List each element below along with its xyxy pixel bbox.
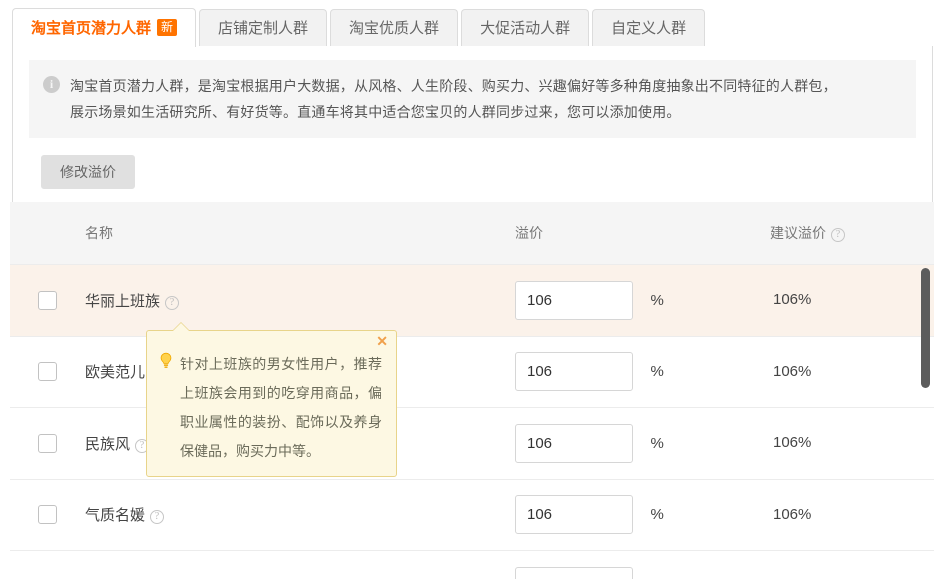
row-name-cell: 气质名媛? [85, 504, 515, 525]
table-header-row: 名称 溢价 建议溢价? [10, 202, 934, 265]
row-name-cell: 华丽上班族? [85, 290, 515, 311]
tab-label: 淘宝首页潜力人群 [31, 20, 152, 37]
row-checkbox[interactable] [38, 362, 57, 382]
content-panel: i 淘宝首页潜力人群，是淘宝根据用户大数据，从风格、人生阶段、购买力、兴趣偏好等… [12, 46, 933, 210]
header-suggested-premium: 建议溢价? [770, 223, 934, 243]
info-banner: i 淘宝首页潜力人群，是淘宝根据用户大数据，从风格、人生阶段、购买力、兴趣偏好等… [29, 60, 916, 138]
info-line-2: 展示场景如生活研究所、有好货等。直通车将其中适合您宝贝的人群同步过来，您可以添加… [70, 104, 681, 120]
row-checkbox-cell [10, 433, 85, 453]
row-premium-cell [515, 566, 770, 579]
help-icon[interactable]: ? [150, 510, 165, 525]
suggested-premium-value: 106% [773, 362, 812, 380]
row-checkbox[interactable] [38, 290, 57, 310]
tab-label: 淘宝优质人群 [349, 20, 440, 37]
tab-bar: 淘宝首页潜力人群新 店铺定制人群 淘宝优质人群 大促活动人群 自定义人群 [0, 0, 947, 48]
row-premium-cell: % [515, 352, 770, 392]
crowd-description-tooltip: ✕ 针对上班族的男女性用户，推荐上班族会用到的吃穿用商品，偏职业属性的装扮、配饰… [146, 322, 397, 477]
row-checkbox[interactable] [38, 505, 57, 525]
suggested-premium-value: 106% [773, 291, 812, 309]
row-suggested-cell: 106% [770, 363, 934, 381]
tab-promotion-crowd[interactable]: 大促活动人群 [461, 9, 590, 47]
table-row[interactable] [10, 551, 934, 579]
close-icon[interactable]: ✕ [376, 334, 388, 348]
tooltip-text: 针对上班族的男女性用户，推荐上班族会用到的吃穿用商品，偏职业属性的装扮、配饰以及… [180, 356, 382, 459]
crowd-name: 华丽上班族 [85, 292, 161, 310]
row-suggested-cell: 106% [770, 291, 934, 309]
premium-input[interactable] [515, 423, 633, 463]
info-icon: i [43, 76, 60, 93]
row-suggested-cell: 106% [770, 506, 934, 524]
suggested-premium-value: 106% [773, 434, 812, 452]
edit-premium-button[interactable]: 修改溢价 [41, 155, 135, 189]
table-row[interactable]: 气质名媛? % 106% [10, 479, 934, 551]
percent-symbol: % [650, 291, 664, 309]
row-premium-cell: % [515, 280, 770, 320]
premium-input[interactable] [515, 495, 633, 535]
row-checkbox[interactable] [38, 433, 57, 453]
info-line-1: 淘宝首页潜力人群，是淘宝根据用户大数据，从风格、人生阶段、购买力、兴趣偏好等多种… [70, 78, 837, 94]
tab-taobao-homepage-potential[interactable]: 淘宝首页潜力人群新 [12, 8, 197, 48]
tooltip-arrow-inner [173, 323, 189, 331]
crowd-name: 民族风 [85, 435, 131, 453]
header-suggested-label: 建议溢价 [770, 225, 826, 241]
row-premium-cell: % [515, 495, 770, 535]
suggested-premium-value: 106% [773, 505, 812, 523]
toolbar: 修改溢价 [13, 138, 932, 209]
tab-shop-custom-crowd[interactable]: 店铺定制人群 [199, 9, 328, 47]
lightbulb-icon [159, 352, 173, 375]
info-banner-text: 淘宝首页潜力人群，是淘宝根据用户大数据，从风格、人生阶段、购买力、兴趣偏好等多种… [70, 73, 837, 125]
premium-input[interactable] [515, 352, 633, 392]
premium-input[interactable] [515, 280, 633, 320]
crowd-name: 欧美范儿 [85, 364, 146, 382]
tab-label: 店铺定制人群 [218, 20, 309, 37]
row-checkbox-cell [10, 362, 85, 382]
header-name: 名称 [85, 225, 113, 241]
tab-custom-crowd[interactable]: 自定义人群 [592, 9, 706, 47]
new-badge: 新 [157, 19, 178, 36]
row-checkbox-cell [10, 290, 85, 310]
help-icon[interactable]: ? [831, 228, 845, 242]
row-suggested-cell: 106% [770, 434, 934, 452]
premium-input[interactable] [515, 566, 633, 579]
tab-list: 淘宝首页潜力人群新 店铺定制人群 淘宝优质人群 大促活动人群 自定义人群 [12, 8, 708, 48]
crowd-name: 气质名媛 [85, 507, 146, 525]
row-premium-cell: % [515, 423, 770, 463]
header-premium: 溢价 [515, 225, 543, 241]
scrollbar-thumb[interactable] [921, 268, 930, 388]
tab-taobao-quality-crowd[interactable]: 淘宝优质人群 [330, 9, 459, 47]
page-root: 淘宝首页潜力人群新 店铺定制人群 淘宝优质人群 大促活动人群 自定义人群 i 淘… [0, 0, 947, 579]
table-row[interactable]: 华丽上班族? % 106% [10, 265, 934, 337]
vertical-scrollbar[interactable] [921, 265, 930, 579]
tooltip-body: 针对上班族的男女性用户，推荐上班族会用到的吃穿用商品，偏职业属性的装扮、配饰以及… [159, 350, 382, 466]
help-icon[interactable]: ? [165, 295, 180, 310]
percent-symbol: % [650, 363, 664, 381]
tab-label: 自定义人群 [611, 20, 687, 37]
row-checkbox-cell [10, 505, 85, 525]
percent-symbol: % [650, 434, 664, 452]
tab-label: 大促活动人群 [480, 20, 571, 37]
percent-symbol: % [650, 506, 664, 524]
